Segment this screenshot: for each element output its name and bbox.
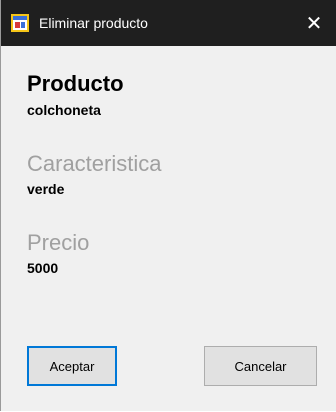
dialog-content: Producto colchoneta Caracteristica verde… <box>1 46 336 411</box>
cancel-button[interactable]: Cancelar <box>204 346 317 386</box>
close-icon: ✕ <box>305 12 323 35</box>
accept-button[interactable]: Aceptar <box>27 346 117 386</box>
precio-label: Precio <box>27 230 90 255</box>
producto-label: Producto <box>27 71 124 96</box>
window-title: Eliminar producto <box>39 15 148 31</box>
caracteristica-label: Caracteristica <box>27 151 162 176</box>
title-bar[interactable]: Eliminar producto ✕ <box>1 0 336 46</box>
precio-value: 5000 <box>27 260 59 276</box>
app-window-icon <box>11 14 29 32</box>
close-button[interactable]: ✕ <box>291 0 336 46</box>
caracteristica-value: verde <box>27 181 65 197</box>
producto-value: colchoneta <box>27 102 101 118</box>
dialog-window: Eliminar producto ✕ Producto colchoneta … <box>0 0 336 411</box>
